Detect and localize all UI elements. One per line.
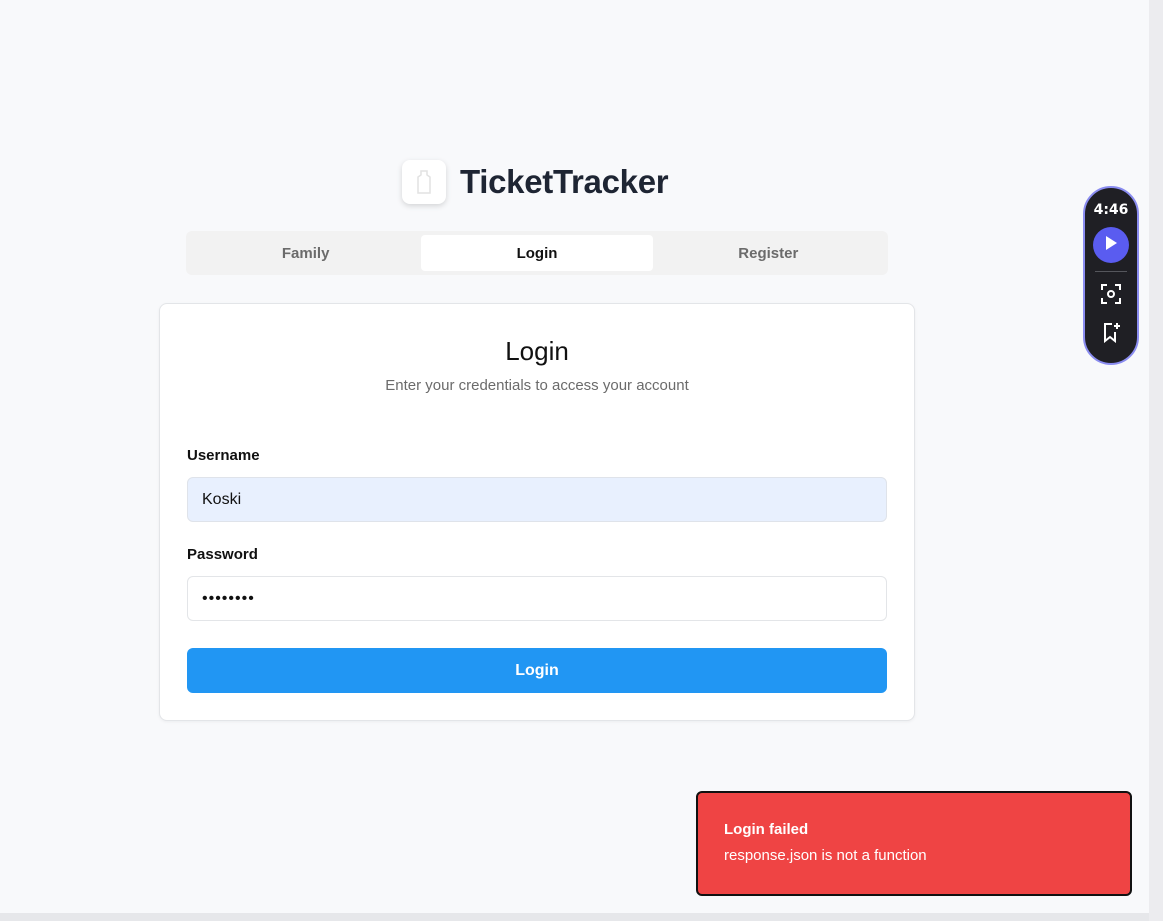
tab-login[interactable]: Login (421, 235, 653, 271)
bookmark-plus-icon (1100, 321, 1122, 348)
app-logo-icon (402, 160, 446, 204)
username-label: Username (187, 447, 260, 464)
toast-title: Login failed (724, 821, 809, 838)
tab-register[interactable]: Register (653, 235, 884, 271)
horizontal-scrollbar[interactable] (0, 913, 1149, 921)
card-subtitle: Enter your credentials to access your ac… (385, 377, 689, 394)
error-toast: Login failed response.json is not a func… (696, 791, 1132, 896)
card-title: Login (505, 336, 569, 366)
bookmark-add-button[interactable] (1095, 320, 1127, 348)
screenshot-button[interactable] (1095, 282, 1127, 310)
vertical-scrollbar[interactable] (1149, 0, 1163, 921)
app-title: TicketTracker (460, 163, 669, 200)
username-input[interactable]: Koski (187, 477, 887, 522)
password-label: Password (187, 546, 258, 563)
brand: TicketTracker (402, 160, 669, 204)
password-input[interactable]: •••••••• (187, 576, 887, 621)
recorder-timer: 4:46 (1093, 202, 1129, 218)
recorder-divider (1095, 271, 1127, 272)
toast-message: response.json is not a function (724, 847, 927, 864)
play-icon (1104, 235, 1118, 256)
screenshot-icon (1100, 283, 1122, 310)
auth-tabs: Family Login Register (186, 231, 888, 275)
login-card: Login Enter your credentials to access y… (159, 303, 915, 721)
tab-family[interactable]: Family (190, 235, 421, 271)
play-button[interactable] (1093, 227, 1129, 263)
login-button[interactable]: Login (187, 648, 887, 693)
screen-recorder-widget: 4:46 (1083, 186, 1139, 365)
